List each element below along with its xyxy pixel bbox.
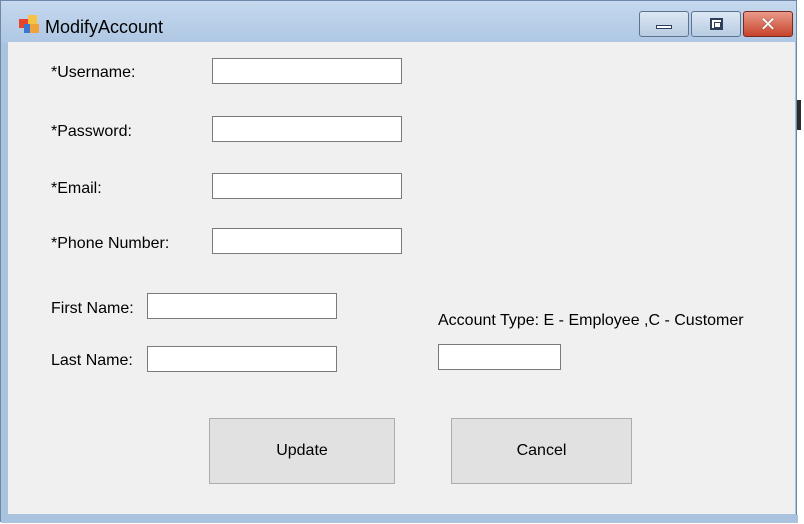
- app-icon: [19, 15, 39, 33]
- last-name-input[interactable]: [147, 346, 337, 372]
- last-name-label: Last Name:: [51, 352, 133, 369]
- password-label: *Password:: [51, 123, 132, 140]
- minimize-icon: [656, 25, 672, 29]
- scrollbar-thumb[interactable]: [797, 100, 801, 130]
- password-input[interactable]: [212, 116, 402, 142]
- phone-number-label: *Phone Number:: [51, 235, 170, 252]
- close-button[interactable]: ✕: [743, 11, 793, 37]
- username-label: *Username:: [51, 64, 136, 81]
- minimize-button[interactable]: [639, 11, 689, 37]
- first-name-label: First Name:: [51, 300, 134, 317]
- phone-number-input[interactable]: [212, 228, 402, 254]
- email-label: *Email:: [51, 180, 102, 197]
- account-type-label: Account Type: E - Employee ,C - Customer: [438, 312, 744, 329]
- maximize-icon: [709, 18, 723, 30]
- close-icon: ✕: [759, 12, 777, 36]
- title-bar[interactable]: ModifyAccount ✕: [1, 1, 796, 43]
- account-type-input[interactable]: [438, 344, 561, 370]
- first-name-input[interactable]: [147, 293, 337, 319]
- form-client-area: *Username: *Password: *Email: *Phone Num…: [8, 42, 795, 514]
- maximize-button[interactable]: [691, 11, 741, 37]
- window-bottom-border: [1, 515, 798, 523]
- window-title: ModifyAccount: [45, 17, 164, 37]
- email-input[interactable]: [212, 173, 402, 199]
- update-button[interactable]: Update: [209, 418, 395, 484]
- cancel-button[interactable]: Cancel: [451, 418, 632, 484]
- username-input[interactable]: [212, 58, 402, 84]
